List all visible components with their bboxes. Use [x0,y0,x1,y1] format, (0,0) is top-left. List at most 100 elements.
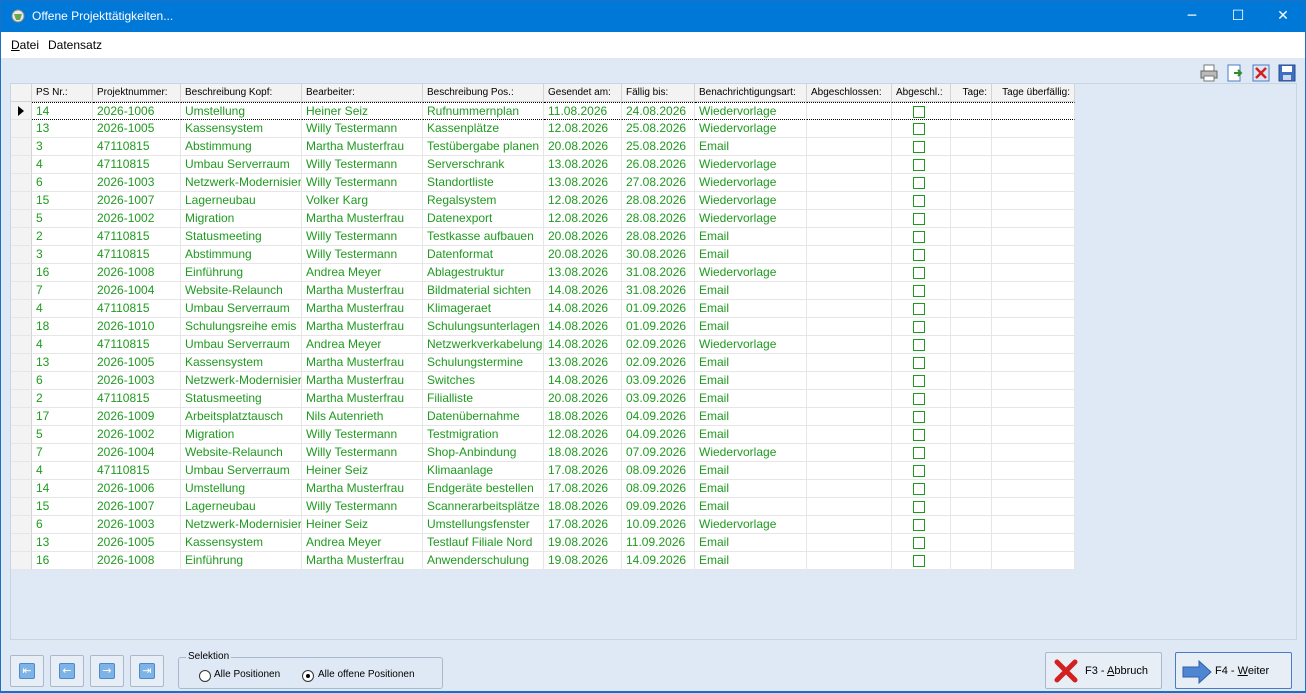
table-cell[interactable]: 13.08.2026 [544,354,622,372]
row-indicator[interactable] [11,156,32,174]
table-cell[interactable] [992,462,1075,480]
table-cell[interactable]: 27.08.2026 [622,174,695,192]
table-cell[interactable]: 7 [32,444,93,462]
table-cell[interactable]: Willy Testermann [302,426,423,444]
table-cell[interactable] [992,246,1075,264]
table-cell[interactable]: 12.08.2026 [544,192,622,210]
table-cell[interactable] [807,552,892,570]
table-cell[interactable]: Klimaanlage [423,462,544,480]
table-cell[interactable]: Email [695,228,807,246]
table-cell[interactable]: 19.08.2026 [544,534,622,552]
table-cell[interactable] [951,534,992,552]
table-cell[interactable]: Email [695,498,807,516]
table-cell[interactable]: Datenübernahme [423,408,544,426]
table-cell[interactable]: 2026-1004 [93,282,181,300]
closed-checkbox[interactable] [913,159,925,171]
radio-open-positions-label[interactable]: Alle offene Positionen [318,669,415,680]
table-cell[interactable] [892,156,951,174]
closed-checkbox[interactable] [913,483,925,495]
table-cell[interactable]: 47110815 [93,246,181,264]
table-cell[interactable]: Abstimmung [181,138,302,156]
table-cell[interactable]: 47110815 [93,138,181,156]
table-cell[interactable]: 14.08.2026 [544,318,622,336]
table-cell[interactable] [807,210,892,228]
table-cell[interactable] [892,372,951,390]
table-cell[interactable] [807,228,892,246]
table-cell[interactable]: 17.08.2026 [544,462,622,480]
closed-checkbox[interactable] [913,303,925,315]
table-cell[interactable]: 2026-1008 [93,552,181,570]
table-cell[interactable]: 08.09.2026 [622,480,695,498]
row-indicator[interactable] [11,264,32,282]
table-cell[interactable] [807,300,892,318]
row-indicator[interactable] [11,246,32,264]
table-cell[interactable] [951,192,992,210]
table-cell[interactable]: Email [695,480,807,498]
table-cell[interactable] [951,354,992,372]
table-cell[interactable]: Regalsystem [423,192,544,210]
table-cell[interactable]: 26.08.2026 [622,156,695,174]
table-cell[interactable] [807,426,892,444]
table-cell[interactable]: Martha Musterfrau [302,300,423,318]
table-cell[interactable] [807,264,892,282]
table-cell[interactable]: Statusmeeting [181,390,302,408]
save-icon[interactable] [1277,63,1297,83]
row-indicator[interactable] [11,354,32,372]
table-cell[interactable]: Email [695,354,807,372]
table-cell[interactable]: Wiedervorlage [695,192,807,210]
next-record-button[interactable]: → [90,655,124,687]
table-cell[interactable]: 6 [32,372,93,390]
column-header[interactable]: Abgeschlossen: [807,84,892,102]
table-cell[interactable]: Willy Testermann [302,228,423,246]
table-cell[interactable] [992,318,1075,336]
table-cell[interactable]: 13.08.2026 [544,156,622,174]
table-cell[interactable]: Willy Testermann [302,444,423,462]
table-cell[interactable]: Datenexport [423,210,544,228]
table-cell[interactable]: 13.08.2026 [544,174,622,192]
table-cell[interactable] [892,426,951,444]
table-cell[interactable] [951,174,992,192]
table-cell[interactable] [807,444,892,462]
table-cell[interactable]: 14.09.2026 [622,552,695,570]
table-cell[interactable] [992,534,1075,552]
table-cell[interactable] [992,282,1075,300]
table-cell[interactable]: Umbau Serverraum [181,336,302,354]
closed-checkbox[interactable] [913,123,925,135]
table-cell[interactable] [892,192,951,210]
table-cell[interactable]: Lagerneubau [181,498,302,516]
closed-checkbox[interactable] [913,411,925,423]
table-cell[interactable] [992,228,1075,246]
closed-checkbox[interactable] [913,357,925,369]
table-cell[interactable]: Nils Autenrieth [302,408,423,426]
table-cell[interactable]: 2026-1008 [93,264,181,282]
table-cell[interactable] [992,552,1075,570]
table-cell[interactable]: 31.08.2026 [622,264,695,282]
table-cell[interactable] [807,498,892,516]
table-cell[interactable]: 04.09.2026 [622,426,695,444]
table-cell[interactable]: Email [695,462,807,480]
table-cell[interactable]: Serverschrank [423,156,544,174]
table-cell[interactable] [807,390,892,408]
table-cell[interactable] [951,120,992,138]
cancel-button[interactable]: F3 - Abbruch [1045,652,1162,689]
closed-checkbox[interactable] [913,285,925,297]
table-cell[interactable] [992,390,1075,408]
table-cell[interactable]: 4 [32,336,93,354]
table-cell[interactable] [892,444,951,462]
table-cell[interactable]: 14 [32,102,93,120]
table-cell[interactable] [951,480,992,498]
table-cell[interactable] [892,318,951,336]
row-indicator[interactable] [11,210,32,228]
table-cell[interactable] [951,516,992,534]
column-header[interactable]: Fällig bis: [622,84,695,102]
table-cell[interactable]: Bildmaterial sichten [423,282,544,300]
table-cell[interactable]: Email [695,246,807,264]
closed-checkbox[interactable] [913,393,925,405]
table-cell[interactable] [951,498,992,516]
table-cell[interactable] [892,408,951,426]
table-cell[interactable]: Kassensystem [181,120,302,138]
table-cell[interactable]: Schulungsunterlagen [423,318,544,336]
table-cell[interactable]: Arbeitsplatztausch [181,408,302,426]
table-cell[interactable] [951,552,992,570]
table-cell[interactable] [951,336,992,354]
